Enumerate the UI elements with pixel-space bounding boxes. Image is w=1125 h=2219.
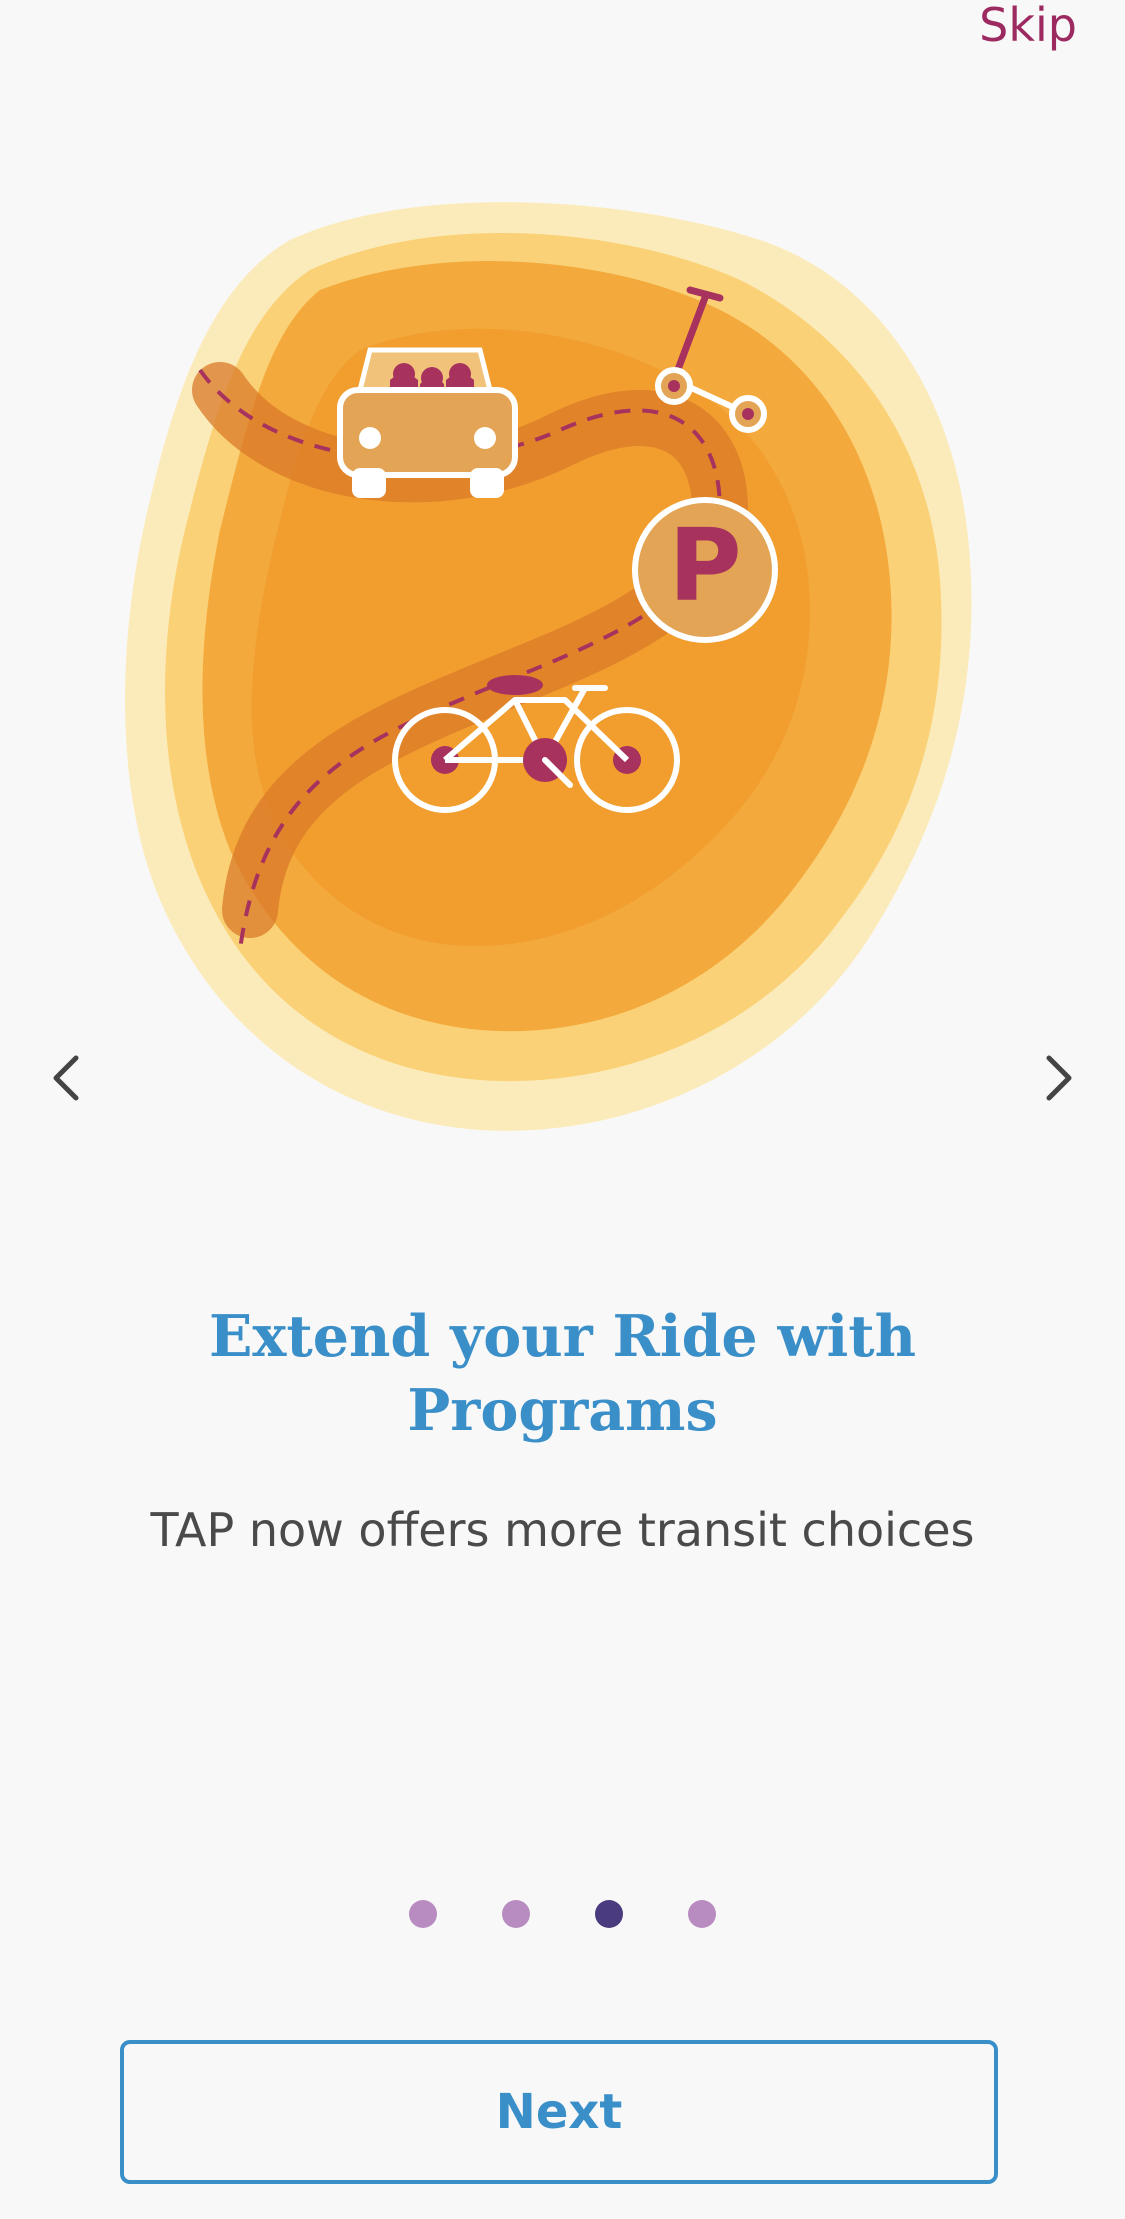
slide-subtitle: TAP now offers more transit choices bbox=[150, 1503, 975, 1557]
slide-title: Extend your Ride with Programs bbox=[208, 1303, 917, 1444]
transit-illustration: P bbox=[125, 202, 972, 1131]
chevron-left-icon bbox=[53, 1055, 79, 1101]
next-button[interactable]: Next bbox=[120, 2040, 998, 2184]
page-dot-1[interactable] bbox=[409, 1900, 437, 1928]
previous-slide-button[interactable] bbox=[36, 1048, 96, 1108]
page-indicator bbox=[0, 1900, 1125, 1928]
next-slide-button[interactable] bbox=[1029, 1048, 1089, 1108]
svg-text:P: P bbox=[668, 507, 741, 624]
parking-icon: P bbox=[632, 497, 778, 643]
skip-button[interactable]: Skip bbox=[979, 0, 1077, 50]
page-dot-3-active[interactable] bbox=[595, 1900, 623, 1928]
page-dot-4[interactable] bbox=[688, 1900, 716, 1928]
chevron-right-icon bbox=[1046, 1055, 1072, 1101]
page-dot-2[interactable] bbox=[502, 1900, 530, 1928]
